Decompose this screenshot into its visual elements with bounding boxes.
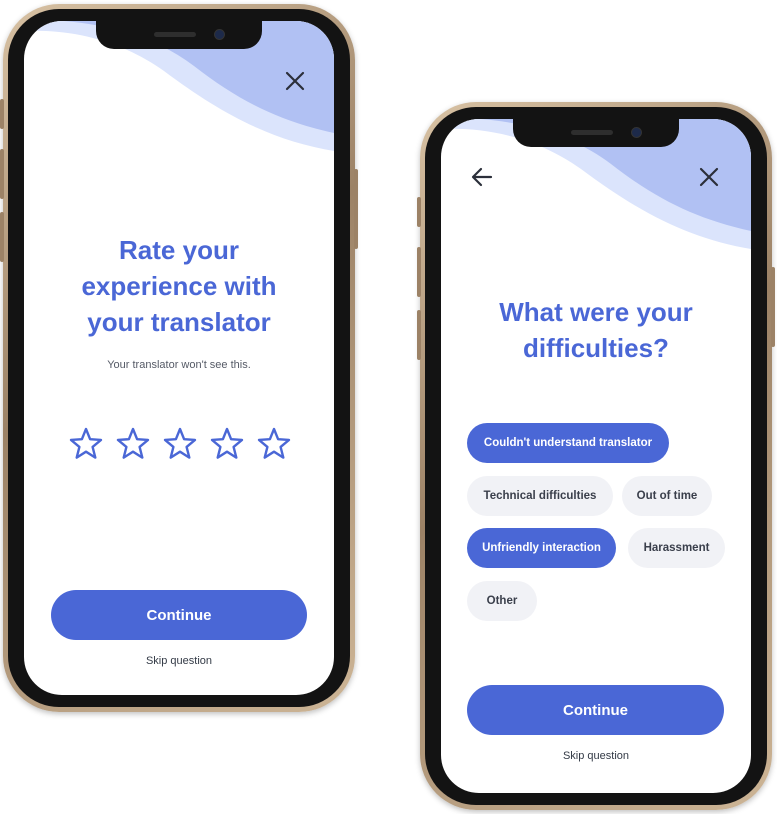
volume-up-button bbox=[417, 247, 421, 297]
speaker bbox=[154, 32, 196, 37]
difficulties-screen: What were your difficulties? Couldn't un… bbox=[441, 119, 751, 793]
arrow-left-icon bbox=[471, 167, 493, 187]
power-button bbox=[354, 169, 358, 249]
close-icon bbox=[285, 71, 305, 91]
page-title: Rate your experience with your translato… bbox=[81, 235, 277, 337]
phone-frame-difficulties: What were your difficulties? Couldn't un… bbox=[417, 102, 775, 810]
camera bbox=[214, 29, 225, 40]
star-icon[interactable] bbox=[256, 426, 292, 462]
speaker bbox=[571, 130, 613, 135]
privacy-note: Your translator won't see this. bbox=[107, 359, 251, 371]
skip-question-link[interactable]: Skip question bbox=[24, 655, 334, 667]
star-icon[interactable] bbox=[68, 426, 104, 462]
skip-question-link[interactable]: Skip question bbox=[441, 750, 751, 762]
volume-up-button bbox=[0, 149, 4, 199]
star-rating bbox=[68, 426, 292, 462]
continue-button[interactable]: Continue bbox=[467, 685, 724, 735]
continue-button[interactable]: Continue bbox=[51, 590, 307, 640]
phone-frame-rating: Rate your experience with your translato… bbox=[0, 4, 358, 712]
close-button[interactable] bbox=[280, 66, 310, 96]
power-button bbox=[771, 267, 775, 347]
volume-button bbox=[0, 99, 4, 129]
star-icon[interactable] bbox=[115, 426, 151, 462]
close-button[interactable] bbox=[694, 162, 724, 192]
rating-screen: Rate your experience with your translato… bbox=[24, 21, 334, 695]
volume-down-button bbox=[417, 310, 421, 360]
star-icon[interactable] bbox=[209, 426, 245, 462]
difficulty-option-chip[interactable]: Harassment bbox=[628, 528, 725, 568]
close-icon bbox=[699, 167, 719, 187]
volume-button bbox=[417, 197, 421, 227]
page-title: What were your difficulties? bbox=[499, 297, 693, 363]
back-button[interactable] bbox=[467, 162, 497, 192]
notch bbox=[96, 21, 262, 49]
notch bbox=[513, 119, 679, 147]
difficulty-option-chip[interactable]: Other bbox=[467, 581, 537, 621]
star-icon[interactable] bbox=[162, 426, 198, 462]
difficulty-option-chip[interactable]: Out of time bbox=[622, 476, 712, 516]
difficulty-option-chip[interactable]: Couldn't understand translator bbox=[467, 423, 669, 463]
volume-down-button bbox=[0, 212, 4, 262]
camera bbox=[631, 127, 642, 138]
difficulty-option-chip[interactable]: Unfriendly interaction bbox=[467, 528, 616, 568]
difficulty-option-chip[interactable]: Technical difficulties bbox=[467, 476, 613, 516]
